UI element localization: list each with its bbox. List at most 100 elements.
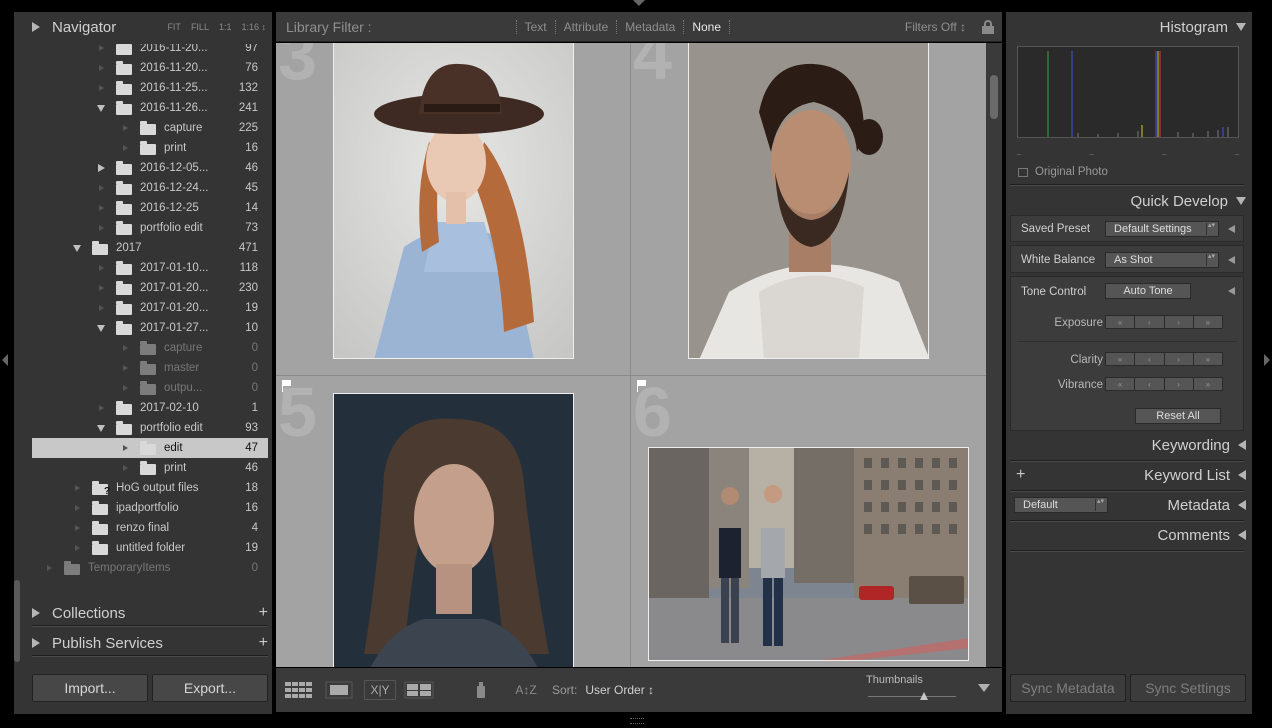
navigator-header[interactable]: Navigator FIT FILL 1:1 1:16 ↕ <box>32 12 272 42</box>
spray-can-icon[interactable] <box>474 680 488 700</box>
folder-row[interactable]: capture 0 <box>32 338 268 358</box>
clarity-decrease-button[interactable]: ‹ <box>1135 353 1165 365</box>
folder-row[interactable]: ? HoG output files 18 <box>32 478 268 498</box>
clarity-increase-button[interactable]: › <box>1164 353 1194 365</box>
collapsed-triangle-icon[interactable] <box>96 223 106 233</box>
auto-tone-button[interactable]: Auto Tone <box>1105 283 1191 299</box>
folder-row[interactable]: 2017-01-20... 230 <box>32 278 268 298</box>
white-balance-dropdown[interactable]: As Shot ▴▾ <box>1105 252 1219 268</box>
zoom-1-1[interactable]: 1:1 <box>219 22 232 32</box>
sync-settings-button[interactable]: Sync Settings <box>1130 674 1246 702</box>
expand-triangle-icon[interactable] <box>1228 256 1235 264</box>
export-button[interactable]: Export... <box>152 674 268 702</box>
folder-row[interactable]: edit 47 <box>32 438 268 458</box>
folder-row[interactable]: 2016-12-24... 45 <box>32 178 268 198</box>
sync-metadata-button[interactable]: Sync Metadata <box>1010 674 1126 702</box>
add-collection-icon[interactable]: + <box>259 604 268 622</box>
folder-row[interactable]: 2017-01-27... 10 <box>32 318 268 338</box>
thumbnail-size-slider-handle[interactable] <box>920 692 928 700</box>
folder-row[interactable]: capture 225 <box>32 118 268 138</box>
folder-row[interactable]: 2017 471 <box>32 238 268 258</box>
collapsed-triangle-icon[interactable] <box>120 383 130 393</box>
photo-thumbnail-woman-hat[interactable] <box>333 43 574 359</box>
photo-thumbnail-woman-portrait[interactable] <box>333 393 574 667</box>
filter-metadata[interactable]: Metadata <box>625 20 675 34</box>
collapsed-triangle-icon[interactable] <box>120 363 130 373</box>
folder-row[interactable]: portfolio edit 93 <box>32 418 268 438</box>
folder-row[interactable]: renzo final 4 <box>32 518 268 538</box>
collapse-triangle-icon[interactable] <box>1236 23 1246 31</box>
collapse-triangle-icon[interactable] <box>32 638 40 648</box>
compare-view-icon[interactable]: X|Y <box>364 680 396 700</box>
quick-develop-header[interactable]: Quick Develop <box>1130 188 1246 214</box>
collapsed-triangle-icon[interactable] <box>96 183 106 193</box>
comments-header[interactable]: Comments <box>1157 522 1246 548</box>
collapsed-triangle-icon[interactable] <box>96 63 106 73</box>
expand-triangle-icon[interactable] <box>1228 287 1235 295</box>
folder-row[interactable]: 2017-02-10 1 <box>32 398 268 418</box>
expanded-triangle-icon[interactable] <box>72 243 82 253</box>
filter-presets-dropdown[interactable]: Filters Off ↕ <box>905 20 966 34</box>
folder-row[interactable]: outpu... 0 <box>32 378 268 398</box>
collapsed-triangle-icon[interactable] <box>96 283 106 293</box>
collapsed-triangle-icon[interactable] <box>72 483 82 493</box>
collapsed-triangle-icon[interactable] <box>120 463 130 473</box>
expand-triangle-icon[interactable] <box>1238 500 1246 510</box>
collapsed-triangle-icon[interactable] <box>72 503 82 513</box>
expand-triangle-icon[interactable] <box>1238 470 1246 480</box>
exposure-decrease-large-button[interactable]: « <box>1106 316 1136 328</box>
folder-row[interactable]: 2016-12-25 14 <box>32 198 268 218</box>
clarity-increase-large-button[interactable]: » <box>1193 353 1222 365</box>
photo-thumbnail-man-portrait[interactable] <box>688 43 929 359</box>
vibrance-increase-button[interactable]: › <box>1164 378 1194 390</box>
collapsed-triangle-icon[interactable] <box>120 143 130 153</box>
collapsed-triangle-icon[interactable] <box>120 123 130 133</box>
import-button[interactable]: Import... <box>32 674 148 702</box>
lock-icon[interactable] <box>982 19 994 34</box>
collapsed-triangle-icon[interactable] <box>44 563 54 573</box>
folder-row[interactable]: print 16 <box>32 138 268 158</box>
grid-cell[interactable]: 6 <box>631 373 984 667</box>
add-publish-service-icon[interactable]: + <box>259 634 268 652</box>
folder-row[interactable]: 2016-11-25... 132 <box>32 78 268 98</box>
folder-row[interactable]: ipadportfolio 16 <box>32 498 268 518</box>
collections-header[interactable]: Collections + <box>32 600 272 626</box>
survey-view-icon[interactable] <box>404 680 434 700</box>
collapsed-triangle-icon[interactable] <box>96 203 106 213</box>
collapse-triangle-icon[interactable] <box>32 608 40 618</box>
left-panel-toggle-icon[interactable] <box>2 354 8 366</box>
keywording-header[interactable]: Keywording <box>1152 432 1246 458</box>
grid-cell[interactable]: 3 <box>276 43 629 376</box>
photo-thumbnail-two-men-street[interactable] <box>648 447 969 661</box>
thumbnail-size-slider[interactable] <box>868 696 956 697</box>
folder-row[interactable]: print 46 <box>32 458 268 478</box>
vibrance-increase-large-button[interactable]: » <box>1193 378 1222 390</box>
sort-order-dropdown[interactable]: User Order ↕ <box>585 683 654 697</box>
top-panel-toggle-icon[interactable] <box>633 0 645 6</box>
metadata-header[interactable]: Default ▴▾ Metadata <box>1014 492 1246 518</box>
filter-text[interactable]: Text <box>525 20 547 34</box>
folder-row[interactable]: 2016-12-05... 46 <box>32 158 268 178</box>
folder-row[interactable]: 2017-01-10... 118 <box>32 258 268 278</box>
collapsed-triangle-icon[interactable] <box>96 44 106 53</box>
collapsed-triangle-icon[interactable] <box>120 343 130 353</box>
collapsed-triangle-icon[interactable] <box>96 403 106 413</box>
toolbar-menu-icon[interactable] <box>978 684 990 692</box>
folder-row[interactable]: 2016-11-26... 241 <box>32 98 268 118</box>
grid-cell[interactable]: 5 <box>276 373 629 667</box>
right-panel-toggle-icon[interactable] <box>1264 354 1270 366</box>
vibrance-decrease-button[interactable]: ‹ <box>1135 378 1165 390</box>
exposure-decrease-button[interactable]: ‹ <box>1135 316 1165 328</box>
expand-triangle-icon[interactable] <box>1228 225 1235 233</box>
vibrance-decrease-large-button[interactable]: « <box>1106 378 1136 390</box>
folder-row[interactable]: 2016-11-20... 97 <box>32 44 268 58</box>
collapsed-triangle-icon[interactable] <box>120 443 130 453</box>
loupe-view-icon[interactable] <box>324 680 354 700</box>
exposure-increase-large-button[interactable]: » <box>1193 316 1222 328</box>
collapse-triangle-icon[interactable] <box>1236 197 1246 205</box>
histogram-header[interactable]: Histogram <box>1160 14 1246 40</box>
filmstrip-toggle-icon[interactable] <box>630 718 644 724</box>
folder-row[interactable]: TemporaryItems 0 <box>32 558 268 578</box>
collapsed-triangle-icon[interactable] <box>96 163 106 173</box>
reset-all-button[interactable]: Reset All <box>1135 408 1221 424</box>
